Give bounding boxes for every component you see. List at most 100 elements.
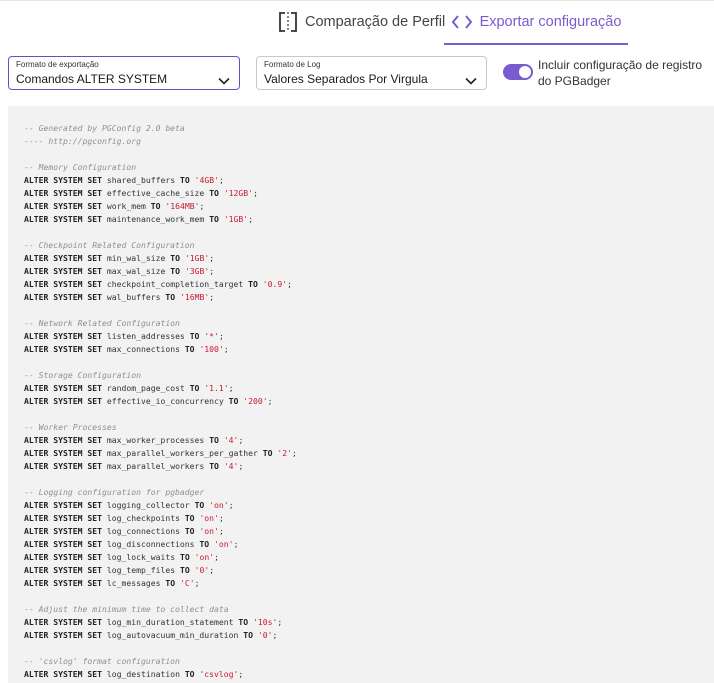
code-statement-line: ALTER SYSTEM SET min_wal_size TO '1GB'; <box>24 253 215 263</box>
code-statement-line: ALTER SYSTEM SET effective_cache_size TO… <box>24 188 258 198</box>
tab-export-config[interactable]: Exportar configuração <box>444 0 628 44</box>
sql-parameter: log_connections <box>106 526 180 536</box>
sql-keyword: ALTER SYSTEM SET <box>24 292 102 302</box>
sql-parameter: listen_addresses <box>106 331 185 341</box>
sql-keyword: ALTER SYSTEM SET <box>24 461 102 471</box>
code-statement-line: ALTER SYSTEM SET log_destination TO 'csv… <box>24 669 244 679</box>
sql-keyword-to: TO <box>262 448 273 458</box>
code-statement-line: ALTER SYSTEM SET logging_collector TO 'o… <box>24 500 234 510</box>
code-comment: -- Memory Configuration <box>24 162 137 172</box>
sql-parameter: max_parallel_workers_per_gather <box>106 448 258 458</box>
code-statement-line: ALTER SYSTEM SET max_wal_size TO '3GB'; <box>24 266 215 276</box>
log-format-select[interactable]: Formato de Log Valores Separados Por Vir… <box>256 56 487 90</box>
sql-parameter: log_destination <box>106 669 180 679</box>
sql-keyword-to: TO <box>150 201 161 211</box>
code-comment: ---- http://pgconfig.org <box>24 136 141 146</box>
sql-parameter: lc_messages <box>106 578 161 588</box>
export-format-label: Formato de exportação <box>16 60 99 69</box>
sql-keyword-to: TO <box>184 669 195 679</box>
sql-parameter: min_wal_size <box>106 253 166 263</box>
code-comment-line: -- Storage Configuration <box>24 369 297 382</box>
sql-parameter: maintenance_work_mem <box>106 214 205 224</box>
code-statement-line: ALTER SYSTEM SET max_parallel_workers_pe… <box>24 448 297 458</box>
sql-keyword: ALTER SYSTEM SET <box>24 539 102 549</box>
code-statement-line: ALTER SYSTEM SET log_connections TO 'on'… <box>24 526 224 536</box>
sql-keyword-to: TO <box>248 279 258 289</box>
chevron-down-icon <box>218 72 230 90</box>
sql-keyword-to: TO <box>179 552 190 562</box>
tab-bar: Comparação de Perfil Exportar configuraç… <box>0 0 714 46</box>
code-statement-line: ALTER SYSTEM SET listen_addresses TO '*'… <box>24 331 224 341</box>
code-statement-line: ALTER SYSTEM SET work_mem TO '164MB'; <box>24 201 205 211</box>
tab-profile-comparison[interactable]: Comparação de Perfil <box>278 0 445 44</box>
sql-keyword: ALTER SYSTEM SET <box>24 214 102 224</box>
code-comment-line: -- Checkpoint Related Configuration <box>24 239 297 252</box>
sql-parameter: log_temp_files <box>106 565 176 575</box>
sql-value: '0.9' <box>262 279 288 289</box>
sql-parameter: max_connections <box>106 344 180 354</box>
code-statement-line: ALTER SYSTEM SET lc_messages TO 'C'; <box>24 578 200 588</box>
sql-keyword: ALTER SYSTEM SET <box>24 279 102 289</box>
code-statement-line: ALTER SYSTEM SET log_autovacuum_min_dura… <box>24 630 278 640</box>
code-statement-line: ALTER SYSTEM SET log_disconnections TO '… <box>24 539 239 549</box>
pgbadger-toggle[interactable] <box>503 64 533 80</box>
sql-keyword: ALTER SYSTEM SET <box>24 435 102 445</box>
log-format-label: Formato de Log <box>264 60 321 69</box>
sql-keyword-to: TO <box>209 461 219 471</box>
code-statement-line: ALTER SYSTEM SET wal_buffers TO '16MB'; <box>24 292 215 302</box>
sql-value: 'on' <box>199 526 219 536</box>
code-comment: -- Storage Configuration <box>24 370 141 380</box>
sql-parameter: effective_cache_size <box>106 188 205 198</box>
sql-parameter: max_parallel_workers <box>106 461 205 471</box>
code-comment: -- Network Related Configuration <box>24 318 180 328</box>
code-comment: -- Generated by PGConfig 2.0 beta <box>24 123 185 133</box>
code-comment-line: -- Memory Configuration <box>24 161 297 174</box>
sql-parameter: max_wal_size <box>106 266 166 276</box>
sql-keyword-to: TO <box>199 539 210 549</box>
sql-keyword: ALTER SYSTEM SET <box>24 266 102 276</box>
sql-keyword-to: TO <box>165 292 176 302</box>
bracket-compare-icon <box>278 11 298 33</box>
sql-value: '4' <box>223 461 239 471</box>
code-comment-line: ---- http://pgconfig.org <box>24 135 297 148</box>
code-statement-line: ALTER SYSTEM SET max_parallel_workers TO… <box>24 461 244 471</box>
sql-parameter: log_min_duration_statement <box>106 617 234 627</box>
sql-value: '*' <box>204 331 219 341</box>
code-comment-line: -- Network Related Configuration <box>24 317 297 330</box>
sql-keyword: ALTER SYSTEM SET <box>24 331 102 341</box>
sql-value: '4' <box>223 435 239 445</box>
sql-keyword-to: TO <box>170 266 180 276</box>
code-icon <box>451 14 473 30</box>
sql-keyword: ALTER SYSTEM SET <box>24 500 102 510</box>
sql-value: 'C' <box>179 578 195 588</box>
config-code-panel[interactable]: -- Generated by PGConfig 2.0 beta ---- ht… <box>8 106 714 683</box>
sql-keyword-to: TO <box>238 617 249 627</box>
sql-keyword-to: TO <box>170 253 180 263</box>
sql-keyword: ALTER SYSTEM SET <box>24 344 102 354</box>
code-comment: -- 'csvlog' format configuration <box>24 656 180 666</box>
sql-keyword: ALTER SYSTEM SET <box>24 513 102 523</box>
chevron-down-icon <box>465 72 477 90</box>
toggle-knob <box>519 66 531 78</box>
sql-keyword-to: TO <box>209 214 219 224</box>
sql-keyword: ALTER SYSTEM SET <box>24 552 102 562</box>
code-statement-line: ALTER SYSTEM SET shared_buffers TO '4GB'… <box>24 175 224 185</box>
sql-keyword: ALTER SYSTEM SET <box>24 383 102 393</box>
tab-export-config-label: Exportar configuração <box>479 14 622 30</box>
sql-keyword-to: TO <box>184 526 195 536</box>
sql-keyword-to: TO <box>165 578 176 588</box>
pgbadger-toggle-label: Incluir configuração de registro do PGBa… <box>538 58 703 88</box>
sql-keyword-to: TO <box>179 565 190 575</box>
sql-keyword: ALTER SYSTEM SET <box>24 669 102 679</box>
sql-keyword: ALTER SYSTEM SET <box>24 396 102 406</box>
sql-keyword: ALTER SYSTEM SET <box>24 253 102 263</box>
sql-keyword-to: TO <box>209 188 219 198</box>
export-format-select[interactable]: Formato de exportação Comandos ALTER SYS… <box>8 56 240 90</box>
sql-parameter: logging_collector <box>106 500 190 510</box>
log-format-value: Valores Separados Por Virgula <box>264 72 428 86</box>
